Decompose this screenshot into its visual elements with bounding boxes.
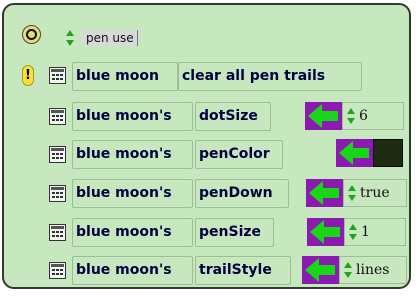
assign-arrow-icon[interactable] — [336, 139, 373, 167]
tile-handle-icon[interactable] — [49, 146, 66, 163]
value-field[interactable]: 6 — [342, 102, 404, 130]
up-down-arrows-icon[interactable] — [347, 108, 355, 124]
sprite-tile[interactable]: blue moon's — [72, 140, 193, 169]
sprite-tile[interactable]: blue moon — [72, 62, 178, 91]
script-menu-icon[interactable] — [22, 25, 41, 44]
value-text: 1 — [361, 224, 370, 240]
up-down-arrows-icon[interactable] — [66, 30, 74, 46]
up-down-arrows-icon[interactable] — [344, 262, 352, 278]
assign-arrow-icon[interactable] — [306, 179, 343, 207]
assign-arrow-icon[interactable] — [307, 218, 344, 246]
tile-handle-icon[interactable] — [49, 185, 66, 202]
value-field[interactable]: true — [343, 179, 407, 207]
property-tile[interactable]: penDown — [195, 179, 289, 208]
command-tile[interactable]: clear all pen trails — [178, 62, 362, 91]
sprite-tile[interactable]: blue moon's — [72, 102, 193, 131]
sprite-tile[interactable]: blue moon's — [72, 179, 193, 208]
up-down-arrows-icon[interactable] — [348, 185, 356, 201]
tile-handle-icon[interactable] — [49, 67, 66, 84]
value-text: true — [360, 185, 390, 201]
property-tile[interactable]: penSize — [195, 218, 274, 247]
assign-arrow-icon[interactable] — [305, 102, 342, 130]
tile-handle-icon[interactable] — [49, 262, 66, 279]
value-text: 6 — [359, 108, 368, 124]
warning-icon[interactable]: ! — [22, 65, 34, 86]
value-field[interactable]: lines — [339, 256, 407, 284]
sprite-tile[interactable]: blue moon's — [72, 256, 193, 285]
value-field[interactable]: 1 — [344, 218, 406, 246]
script-category-label[interactable]: pen use — [83, 30, 138, 46]
pen-color-swatch[interactable] — [373, 139, 403, 167]
up-down-arrows-icon[interactable] — [349, 224, 357, 240]
property-tile[interactable]: trailStyle — [195, 256, 291, 285]
property-tile[interactable]: penColor — [195, 140, 283, 169]
property-tile[interactable]: dotSize — [195, 102, 271, 131]
assign-arrow-icon[interactable] — [302, 256, 339, 284]
tile-handle-icon[interactable] — [49, 108, 66, 125]
tile-handle-icon[interactable] — [49, 224, 66, 241]
sprite-tile[interactable]: blue moon's — [72, 218, 193, 247]
value-text: lines — [356, 262, 390, 278]
